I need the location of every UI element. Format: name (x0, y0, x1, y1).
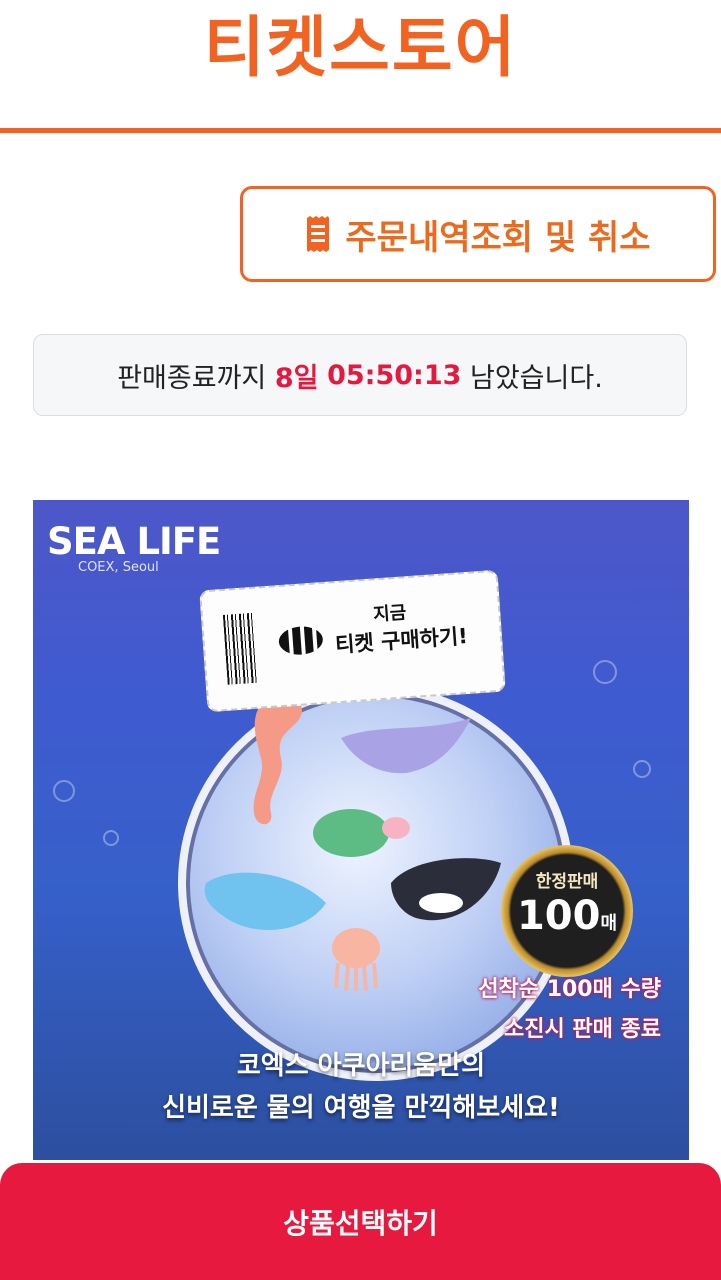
limited-sale-badge: 한정판매 100매 (501, 845, 633, 977)
header-divider (0, 128, 721, 133)
badge-unit: 매 (600, 913, 618, 934)
badge-label: 한정판매 (535, 872, 599, 892)
bubble-decoration (103, 830, 119, 846)
receipt-icon (307, 216, 330, 252)
bubble-decoration (633, 760, 651, 778)
order-history-label: 주문내역조회 및 취소 (345, 217, 651, 258)
sale-countdown: 판매종료까지 8일 05:50:13 남았습니다. (33, 334, 687, 416)
ticket-text-top: 지금 (372, 602, 408, 626)
select-product-button[interactable]: 상품선택하기 (0, 1163, 721, 1280)
promo-banner[interactable]: SEA LIFE COEX, Seoul 지금 티켓 구매하기! 한정판매 10… (33, 500, 689, 1160)
barcode-icon (222, 612, 258, 685)
orca-icon (391, 858, 501, 921)
page-header: 티켓스토어 (0, 0, 721, 133)
ticket-graphic: 지금 티켓 구매하기! (199, 569, 506, 713)
jellyfish-icon (332, 928, 380, 992)
countdown-days: 8일 (274, 362, 319, 394)
countdown-prefix: 판매종료까지 (117, 362, 267, 394)
bubble-decoration (593, 660, 617, 684)
dolphin-icon (204, 872, 326, 930)
countdown-time: 05:50:13 (327, 359, 462, 391)
caption-line1: 코엑스 아쿠아리움만의 (236, 1051, 486, 1081)
sealife-logo-location: COEX, Seoul (78, 560, 159, 575)
manta-ray-icon (341, 718, 471, 774)
ticket-text-main: 티켓 구매하기! (334, 623, 469, 658)
limit-note-line2: 소진시 판매 종료 (504, 1017, 661, 1042)
order-history-button[interactable]: 주문내역조회 및 취소 (240, 186, 716, 282)
countdown-suffix: 남았습니다. (470, 362, 603, 394)
select-product-label: 상품선택하기 (283, 1206, 438, 1240)
badge-number: 100 (516, 893, 601, 939)
caption-line2: 신비로운 물의 여행을 만끽해보세요! (162, 1093, 560, 1123)
clownfish-icon (278, 626, 323, 655)
badge-count: 100매 (501, 893, 633, 939)
sealife-logo: SEA LIFE (47, 520, 221, 563)
limited-quantity-note: 선착순 100매 수량 소진시 판매 종료 (478, 970, 661, 1050)
page-title: 티켓스토어 (203, 9, 518, 86)
banner-caption: 코엑스 아쿠아리움만의 신비로운 물의 여행을 만끽해보세요! (33, 1045, 689, 1129)
limit-note-line1: 선착순 100매 수량 (478, 977, 661, 1002)
bubble-decoration (53, 780, 75, 802)
